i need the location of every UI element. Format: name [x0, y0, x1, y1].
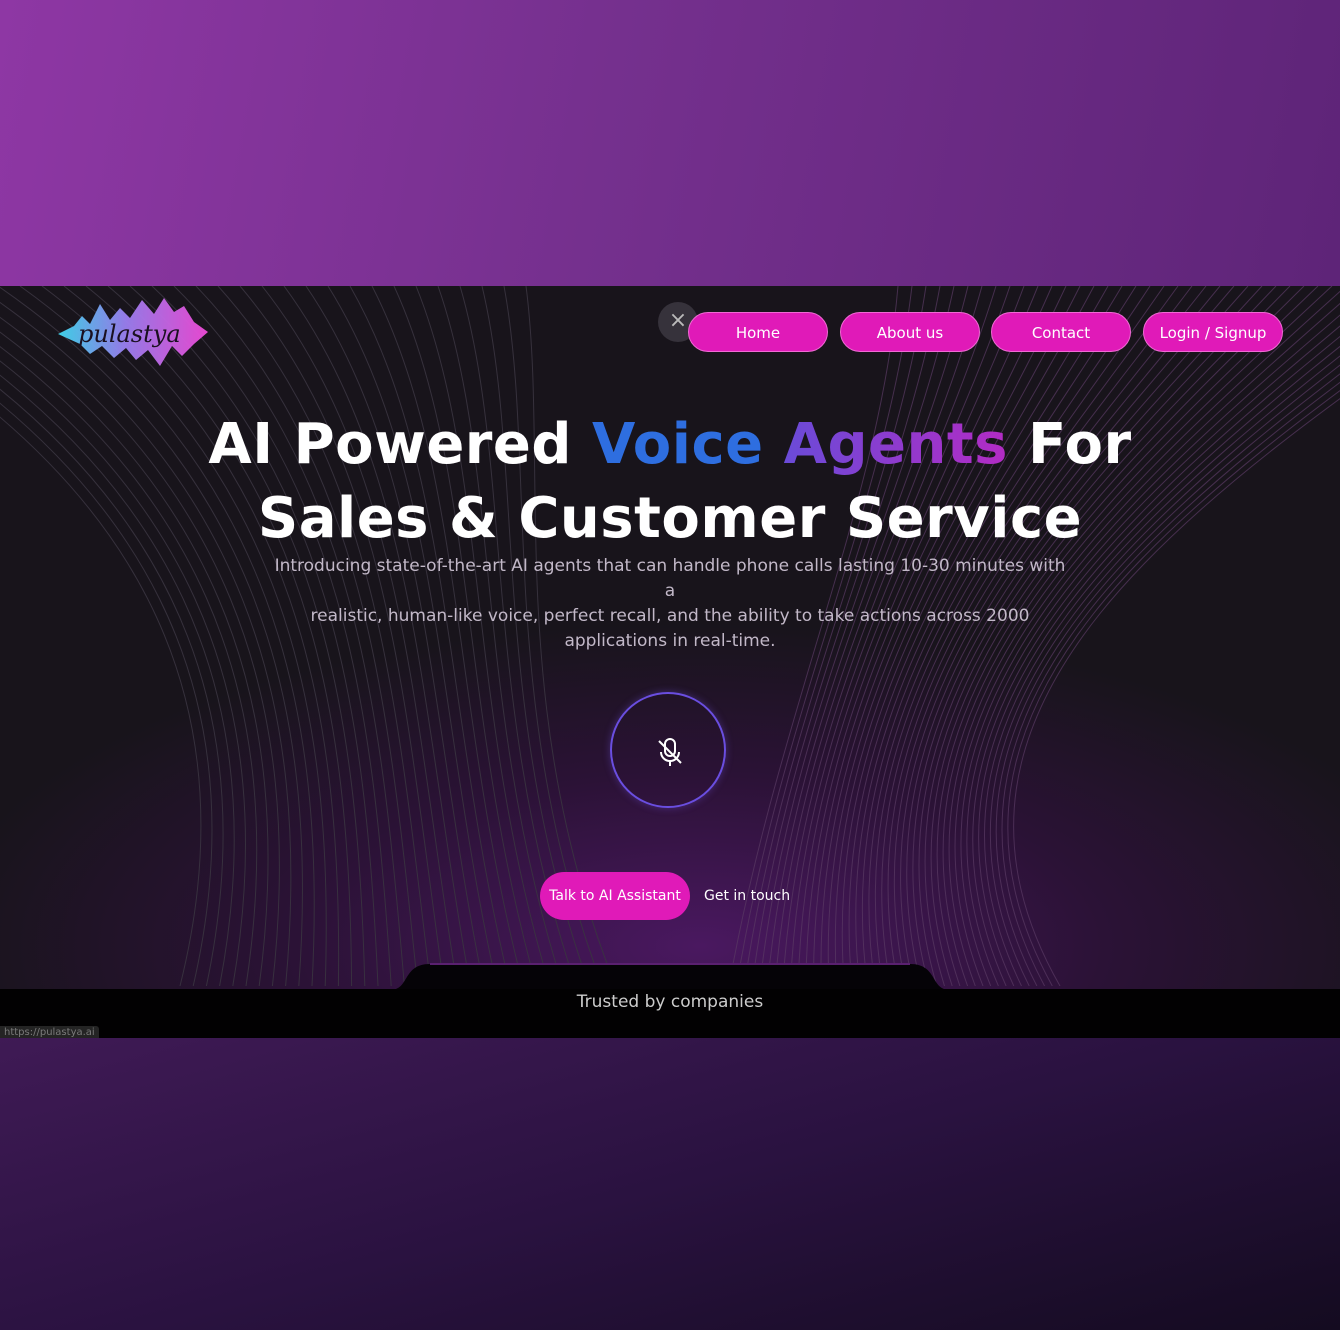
hero-title-agents: Agents — [783, 412, 1008, 477]
pulastya-logo[interactable]: pulastya — [56, 294, 210, 366]
trusted-by-heading: Trusted by companies — [576, 992, 764, 1012]
wave-line — [0, 374, 235, 986]
status-bar-url: https://pulastya.ai — [0, 1026, 99, 1038]
wave-line — [0, 286, 303, 986]
mic-off-icon — [658, 738, 682, 766]
section-tab-shape — [390, 963, 950, 990]
hero-title-line1: AI Powered Voice Agents For — [0, 408, 1340, 482]
wave-line — [0, 416, 202, 986]
hero-intro-line3: applications in real-time. — [564, 631, 776, 651]
nav-login-signup-button[interactable]: Login / Signup — [1143, 312, 1283, 352]
backdrop-top — [0, 0, 1340, 286]
hero-intro-line1: Introducing state-of-the-art AI agents t… — [274, 556, 1066, 601]
nav-contact-button[interactable]: Contact — [991, 312, 1131, 352]
nav-about-button[interactable]: About us — [840, 312, 980, 352]
svg-text:pulastya: pulastya — [78, 320, 181, 348]
backdrop-bottom — [0, 1038, 1340, 1330]
hero-title: AI Powered Voice Agents For Sales & Cust… — [0, 408, 1340, 556]
get-in-touch-link[interactable]: Get in touch — [704, 872, 790, 920]
hero-title-part2: For — [1008, 412, 1132, 477]
web-page: pulastya × Home About us Contact Login /… — [0, 286, 1340, 1038]
hero-title-voice: Voice — [592, 412, 764, 477]
wave-line — [0, 316, 280, 986]
wave-line — [0, 388, 224, 986]
hero-intro-line2: realistic, human-like voice, perfect rec… — [310, 606, 1030, 626]
wave-line — [0, 360, 246, 986]
wave-line — [0, 402, 213, 986]
hero-title-line2: Sales & Customer Service — [257, 486, 1083, 551]
hero-intro: Introducing state-of-the-art AI agents t… — [270, 554, 1070, 654]
wave-line — [0, 301, 292, 986]
hero-title-part1: AI Powered — [208, 412, 592, 477]
wave-line — [0, 331, 269, 986]
wave-line — [0, 346, 258, 986]
talk-to-ai-assistant-button[interactable]: Talk to AI Assistant — [540, 872, 690, 920]
nav-home-button[interactable]: Home — [688, 312, 828, 352]
voice-assistant-mic-button[interactable] — [610, 692, 726, 808]
